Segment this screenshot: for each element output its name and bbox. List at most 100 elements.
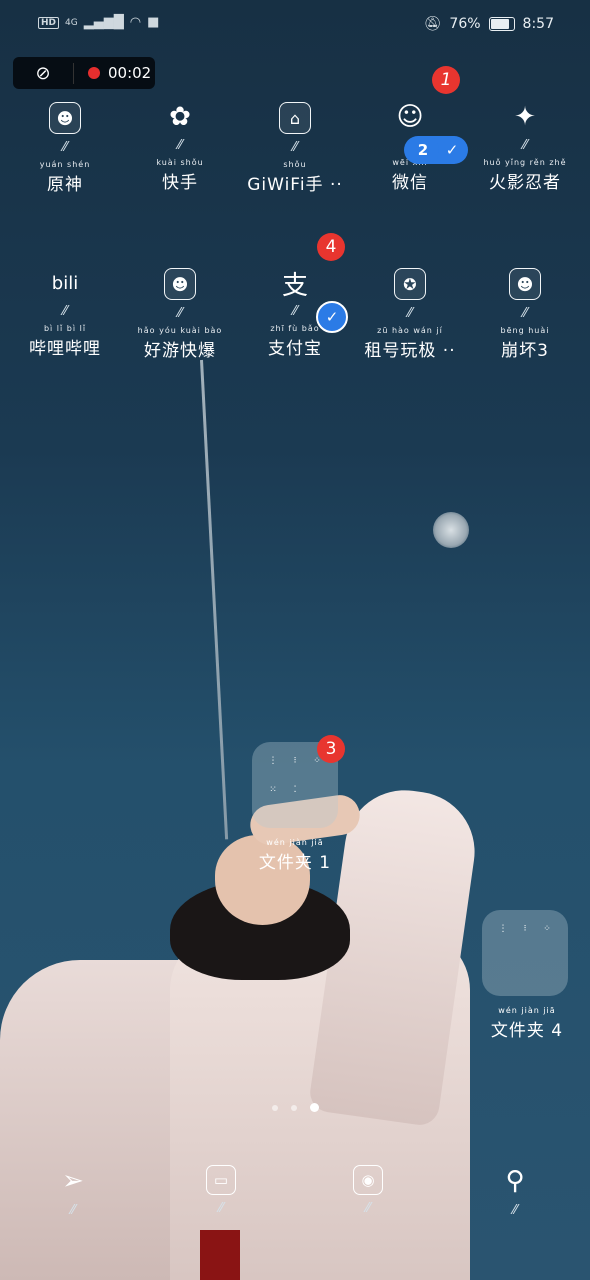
folder-mini-app-icon: ⋮ <box>268 756 278 766</box>
sparkle-icon: ⁄⁄ <box>62 140 68 155</box>
app-zuhao[interactable]: ✪ ⁄⁄ zū hào wán jí 租号玩极 ·· <box>355 268 465 361</box>
notification-square-icon: ■ <box>147 15 160 30</box>
folder-mini-app-icon: ⁝ <box>523 924 527 934</box>
app-bilibili[interactable]: bili ⁄⁄ bì lǐ bì lǐ 哔哩哔哩 <box>10 268 120 360</box>
sparkle-icon: ⁄⁄ <box>292 140 298 155</box>
dock-app-hairdryer[interactable]: ⚲ ⁄⁄ <box>485 1165 545 1218</box>
wallpaper-figure-red-detail <box>200 1230 240 1280</box>
mic-muted-icon[interactable]: ⊘ <box>13 62 74 84</box>
folder-mini-app-icon <box>306 785 328 814</box>
signal-icon: ▂▄▆█ <box>83 15 124 30</box>
battery-icon <box>488 17 515 31</box>
folder-1-label: wén jiàn jiā 文件夹 1 <box>240 838 350 873</box>
recording-dot <box>88 67 100 79</box>
sparkle-icon: ⁄⁄ <box>62 304 68 319</box>
battery-percent: 76% <box>449 16 481 32</box>
app-haoyou[interactable]: ☻ ⁄⁄ hǎo yóu kuài bào 好游快爆 <box>125 268 235 361</box>
network-type: 4G <box>65 17 78 28</box>
app-label: 快手 <box>162 173 198 193</box>
app-naruto[interactable]: ✦ ⁄⁄ huǒ yǐng rěn zhě 火影忍者 <box>470 102 580 193</box>
wechat-notification-badge: 1 <box>432 66 460 94</box>
verified-check-icon: ✓ <box>438 136 466 164</box>
sparkle-icon: ⁄⁄ <box>512 1203 518 1218</box>
app-kuaishou[interactable]: ✿ ⁄⁄ kuài shǒu 快手 <box>125 102 235 193</box>
folder-pinyin: wén jiàn jiā <box>266 838 324 847</box>
folder-name: 文件夹 4 <box>490 1021 564 1041</box>
app-pinyin: bēng huài <box>500 326 550 335</box>
app-label: 支付宝 <box>268 339 322 359</box>
haoyou-icon[interactable]: ☻ <box>164 268 196 300</box>
sparkle-icon: ⁄⁄ <box>70 1203 76 1218</box>
alipay-notification-badge: 4 <box>317 233 345 261</box>
battery-fill <box>490 19 509 29</box>
giwifi-icon[interactable]: ⌂ <box>279 102 311 134</box>
dual-app-icon: 2 <box>408 138 438 162</box>
verified-check-icon: ✓ <box>316 301 348 333</box>
app-giwifi[interactable]: ⌂ ⁄⁄ shǒu GiWiFi手 ·· <box>240 102 350 195</box>
kuaishou-icon[interactable]: ✿ <box>165 102 195 132</box>
app-pinyin: yuán shén <box>39 160 91 169</box>
folder-mini-app-icon: ⋮ <box>498 924 508 934</box>
recording-timer: 00:02 <box>108 64 152 82</box>
sparkle-icon: ⁄⁄ <box>218 1201 224 1216</box>
naruto-icon[interactable]: ✦ <box>510 102 540 132</box>
mute-bell-icon: 🔕︎ <box>423 16 442 32</box>
camera-app-icon[interactable]: ◉ <box>353 1165 383 1195</box>
folder-1-badge: 3 <box>317 735 345 763</box>
screen-recording-pill[interactable]: ⊘ 00:02 <box>13 57 155 89</box>
app-label: GiWiFi手 ·· <box>247 175 343 195</box>
status-bar: HD 4G ▂▄▆█ ◠ ■ 🔕︎ 76% 8:57 <box>0 0 590 52</box>
genshin-icon[interactable]: ☻ <box>49 102 81 134</box>
zuhao-icon[interactable]: ✪ <box>394 268 426 300</box>
app-label: 好游快爆 <box>144 341 216 361</box>
clock: 8:57 <box>522 16 554 32</box>
dock-app-camera[interactable]: ◉ ⁄⁄ <box>338 1165 398 1216</box>
app-pinyin: huǒ yǐng rěn zhě <box>483 158 567 167</box>
hd-indicator: HD <box>38 16 60 29</box>
page-indicator[interactable] <box>272 1103 319 1112</box>
app-label: 火影忍者 <box>489 173 561 193</box>
app-label: 微信 <box>392 173 428 193</box>
folder-mini-app-icon: ⁚ <box>293 785 297 795</box>
folder-name: 文件夹 1 <box>258 853 332 873</box>
sparkle-icon: ⁄⁄ <box>407 306 413 321</box>
wechat-icon[interactable]: ☺ <box>395 102 425 132</box>
page-dot[interactable] <box>291 1104 297 1111</box>
folder-4-label: wén jiàn jiā 文件夹 4 <box>472 1006 582 1041</box>
send-icon[interactable]: ➢ <box>43 1165 103 1197</box>
app-label: 原神 <box>47 175 83 195</box>
folder-mini-app-icon: ⁝ <box>293 756 297 766</box>
hairdryer-icon[interactable]: ⚲ <box>485 1165 545 1197</box>
subtitle-icon[interactable]: ▭ <box>206 1165 236 1195</box>
status-left: HD 4G ▂▄▆█ ◠ ■ <box>38 15 159 30</box>
app-pinyin: bì lǐ bì lǐ <box>43 324 87 333</box>
folder-mini-app-icon: ⁘ <box>543 924 551 934</box>
app-pinyin: zū hào wán jí <box>377 326 443 335</box>
sparkle-icon: ⁄⁄ <box>522 138 528 153</box>
sparkle-icon: ⁄⁄ <box>522 306 528 321</box>
folder-pinyin: wén jiàn jiā <box>498 1006 556 1015</box>
app-label: 崩坏3 <box>501 341 549 361</box>
dock-app-send[interactable]: ➢ ⁄⁄ <box>43 1165 103 1218</box>
contrail <box>200 359 229 840</box>
folder-4[interactable]: ⋮ ⁝ ⁘ <box>482 910 568 996</box>
folder-mini-app-icon: ⁙ <box>269 785 277 795</box>
page-dot-current[interactable] <box>310 1103 319 1112</box>
app-pinyin: kuài shǒu <box>156 158 204 167</box>
sparkle-icon: ⁄⁄ <box>177 138 183 153</box>
status-right: 🔕︎ 76% 8:57 <box>424 16 554 32</box>
honkai-icon[interactable]: ☻ <box>509 268 541 300</box>
app-pinyin: shǒu <box>283 160 307 169</box>
bilibili-icon[interactable]: bili <box>50 268 80 298</box>
moon <box>433 512 469 548</box>
dock-app-subtitles[interactable]: ▭ ⁄⁄ <box>191 1165 251 1216</box>
app-genshin[interactable]: ☻ ⁄⁄ yuán shén 原神 <box>10 102 120 195</box>
page-dot[interactable] <box>272 1104 278 1111</box>
app-pinyin: hǎo yóu kuài bào <box>137 326 223 335</box>
app-honkai3[interactable]: ☻ ⁄⁄ bēng huài 崩坏3 <box>470 268 580 361</box>
app-label: 租号玩极 ·· <box>364 341 456 361</box>
alipay-icon[interactable]: 支 <box>280 268 310 301</box>
sparkle-icon: ⁄⁄ <box>177 306 183 321</box>
sparkle-icon: ⁄⁄ <box>365 1201 371 1216</box>
wechat-dual-badge: 2 ✓ <box>404 136 468 164</box>
